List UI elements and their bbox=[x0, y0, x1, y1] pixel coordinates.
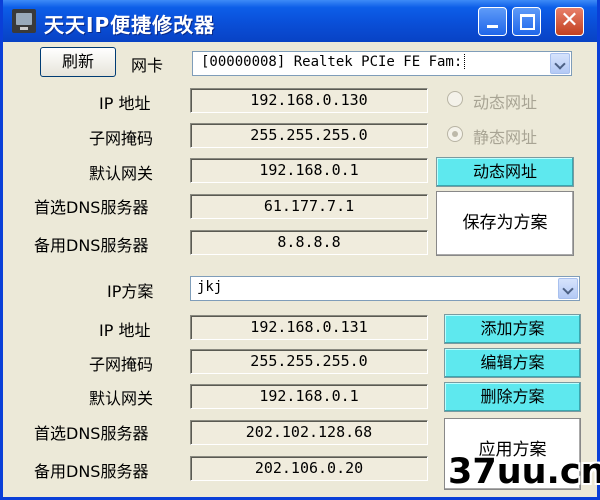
secondary-dns-field[interactable]: 8.8.8.8 bbox=[190, 230, 428, 255]
window-title: 天天IP便捷修改器 bbox=[44, 13, 216, 37]
dynamic-radio-label: 动态网址 bbox=[473, 93, 538, 112]
subnet-mask-label: 子网掩码 bbox=[89, 129, 154, 148]
static-radio-label: 静态网址 bbox=[473, 128, 538, 147]
app-computer-icon bbox=[12, 9, 36, 33]
scheme-ip-address-label: IP 地址 bbox=[99, 321, 151, 340]
add-scheme-button[interactable]: 添加方案 bbox=[444, 314, 581, 344]
primary-dns-field[interactable]: 61.177.7.1 bbox=[190, 194, 428, 219]
scheme-primary-dns-field[interactable]: 202.102.128.68 bbox=[190, 420, 428, 445]
save-scheme-button[interactable]: 保存为方案 bbox=[436, 191, 574, 256]
scheme-subnet-mask-field[interactable]: 255.255.255.0 bbox=[190, 349, 428, 374]
nic-select[interactable]: [00000008] Realtek PCIe FE Fam: bbox=[192, 51, 572, 76]
app-window: 天天IP便捷修改器 ✕ 刷新 网卡 [00000008] Realtek PCI… bbox=[0, 0, 600, 500]
ip-scheme-select-value: jkj bbox=[197, 279, 223, 295]
scheme-primary-dns-label: 首选DNS服务器 bbox=[34, 424, 149, 443]
scheme-gateway-label: 默认网关 bbox=[89, 389, 154, 408]
subnet-mask-field[interactable]: 255.255.255.0 bbox=[190, 123, 428, 148]
nic-label: 网卡 bbox=[131, 56, 164, 75]
maximize-button[interactable] bbox=[512, 7, 541, 36]
gateway-field[interactable]: 192.168.0.1 bbox=[190, 158, 428, 183]
gateway-label: 默认网关 bbox=[89, 164, 154, 183]
ip-address-label: IP 地址 bbox=[99, 94, 151, 113]
chevron-down-icon[interactable] bbox=[558, 278, 578, 299]
refresh-button[interactable]: 刷新 bbox=[40, 47, 116, 77]
scheme-gateway-field[interactable]: 192.168.0.1 bbox=[190, 384, 428, 409]
ip-scheme-select[interactable]: jkj bbox=[190, 276, 580, 301]
close-button[interactable]: ✕ bbox=[555, 7, 584, 36]
ip-address-field[interactable]: 192.168.0.130 bbox=[190, 88, 428, 113]
minimize-button[interactable] bbox=[478, 7, 507, 36]
dynamic-address-button[interactable]: 动态网址 bbox=[436, 157, 574, 187]
edit-scheme-button[interactable]: 编辑方案 bbox=[444, 348, 581, 378]
scheme-secondary-dns-label: 备用DNS服务器 bbox=[34, 462, 149, 481]
chevron-down-icon[interactable] bbox=[550, 53, 570, 74]
delete-scheme-button[interactable]: 删除方案 bbox=[444, 382, 581, 412]
scheme-secondary-dns-field[interactable]: 202.106.0.20 bbox=[190, 456, 428, 481]
static-radio[interactable] bbox=[447, 126, 463, 142]
title-bar[interactable]: 天天IP便捷修改器 ✕ bbox=[3, 0, 597, 42]
dynamic-radio[interactable] bbox=[447, 91, 463, 107]
primary-dns-label: 首选DNS服务器 bbox=[34, 198, 149, 217]
scheme-subnet-mask-label: 子网掩码 bbox=[89, 355, 154, 374]
scheme-ip-address-field[interactable]: 192.168.0.131 bbox=[190, 315, 428, 340]
site-watermark: 37uu.cn bbox=[448, 452, 600, 492]
ip-scheme-label: IP方案 bbox=[107, 282, 154, 301]
nic-select-value: [00000008] Realtek PCIe FE Fam: bbox=[199, 54, 466, 70]
secondary-dns-label: 备用DNS服务器 bbox=[34, 236, 149, 255]
close-icon: ✕ bbox=[560, 8, 579, 33]
